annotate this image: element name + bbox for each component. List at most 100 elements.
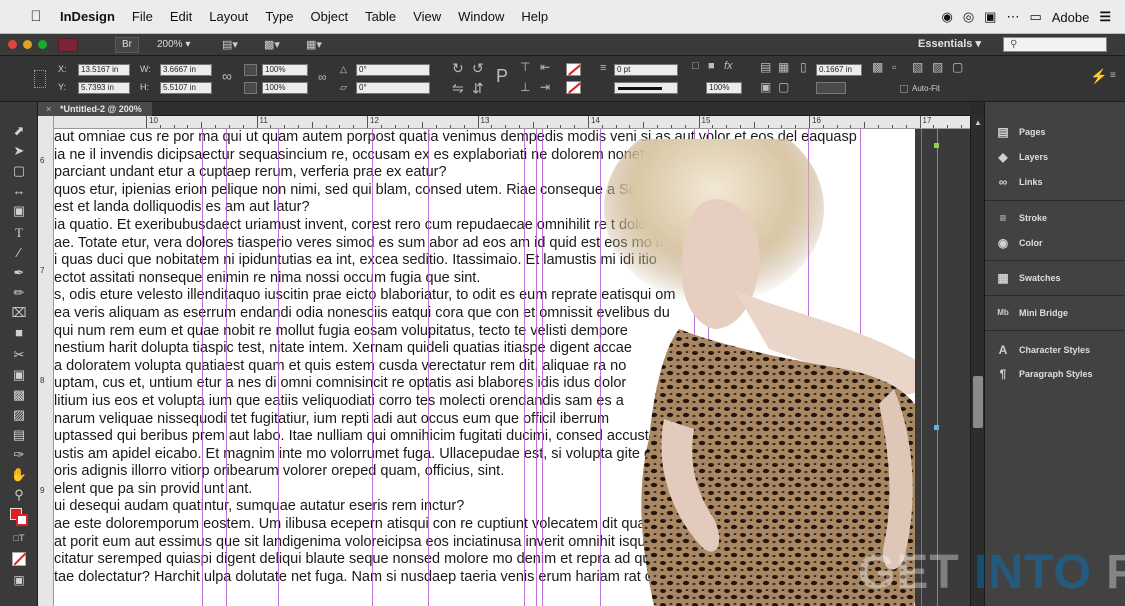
gutter-field[interactable]: 0.1667 in [816, 64, 862, 76]
bridge-button[interactable]: Br [115, 37, 139, 53]
effects-icon[interactable]: ■ [708, 60, 715, 72]
wrap-around-icon[interactable]: ▦ [778, 60, 789, 74]
eyedropper-tool-icon[interactable]: ✑ [10, 446, 28, 463]
type-tool-icon[interactable]: T [10, 224, 28, 241]
x-field[interactable]: 13.5167 in [78, 64, 130, 76]
fit-content-icon[interactable]: ▢ [778, 80, 789, 94]
sync-icon[interactable]: ◉ [941, 9, 952, 25]
menu-window[interactable]: Window [458, 9, 504, 24]
panel-layers[interactable]: ◆ Layers [985, 147, 1125, 167]
panel-swatches[interactable]: ▦ Swatches [985, 268, 1125, 288]
flip-horizontal-icon[interactable]: ⇋ [452, 80, 464, 97]
rotate-ccw-icon[interactable]: ↺ [472, 60, 484, 77]
hand-tool-icon[interactable]: ✋ [10, 466, 28, 483]
fitting-proportional-icon[interactable]: ▢ [952, 60, 963, 74]
fitting-fit-icon[interactable]: ▫ [892, 60, 896, 74]
search-input[interactable]: ⚲ [1003, 37, 1107, 52]
gradient-swatch-tool-icon[interactable]: ▩ [10, 386, 28, 403]
stroke-color-icon[interactable] [16, 514, 28, 526]
creative-cloud-icon[interactable]: ◎ [963, 9, 974, 25]
horizontal-ruler[interactable]: 10 11 12 13 14 15 16 17 [54, 116, 970, 129]
autofit-checkbox[interactable] [900, 85, 908, 93]
panel-character-styles[interactable]: A Character Styles [985, 340, 1125, 360]
scroll-up-icon[interactable]: ▲ [974, 118, 982, 127]
gap-tool-icon[interactable]: ↔ [10, 182, 28, 199]
menu-file[interactable]: File [132, 9, 153, 24]
stroke-weight-field[interactable]: 0 pt [614, 64, 678, 76]
stroke-type-select[interactable] [614, 82, 678, 94]
frame-handle[interactable] [934, 425, 939, 430]
menu-edit[interactable]: Edit [170, 9, 192, 24]
close-window-button[interactable] [8, 40, 17, 49]
menu-object[interactable]: Object [311, 9, 349, 24]
apply-none-icon[interactable] [12, 552, 27, 566]
menu-table[interactable]: Table [365, 9, 396, 24]
select-content-icon[interactable]: ⊥ [520, 80, 530, 94]
menu-app-name[interactable]: InDesign [60, 9, 115, 24]
view-options-icon[interactable]: ▤▾ [222, 38, 238, 51]
airplay-icon[interactable]: ▭ [1029, 9, 1041, 25]
selection-tool-icon[interactable]: ⬈ [10, 122, 28, 139]
text-path-icon[interactable]: P [496, 66, 508, 87]
pencil-tool-icon[interactable]: ✏ [10, 284, 28, 301]
h-field[interactable]: 5.5107 in [160, 82, 212, 94]
shear-field[interactable]: 0° [356, 82, 430, 94]
vertical-scrollbar[interactable]: ▲ [970, 116, 984, 606]
zoom-window-button[interactable] [38, 40, 47, 49]
document-tab[interactable]: × *Untitled-2 @ 200% [38, 102, 152, 116]
formatting-affects-icon[interactable]: □T [10, 530, 28, 547]
fitting-fill-icon[interactable]: ▩ [872, 60, 883, 74]
constrain-scale-icon[interactable]: ∞ [318, 70, 327, 84]
apple-icon[interactable]:  [26, 8, 46, 25]
content-collector-icon[interactable]: ▣ [10, 202, 28, 219]
flip-vertical-icon[interactable]: ⇵ [472, 80, 484, 97]
constrain-proportions-icon[interactable]: ∞ [222, 68, 232, 84]
menubar-adobe-label[interactable]: Adobe [1052, 10, 1090, 25]
menu-type[interactable]: Type [265, 9, 293, 24]
minimize-window-button[interactable] [23, 40, 32, 49]
rectangle-frame-tool-icon[interactable]: ⌧ [10, 304, 28, 321]
stroke-swatch[interactable] [566, 81, 581, 94]
screen-mode-tool-icon[interactable]: ▣ [10, 572, 28, 589]
rotate-cw-icon[interactable]: ↻ [452, 60, 464, 77]
direct-selection-tool-icon[interactable]: ➤ [10, 142, 28, 159]
free-transform-tool-icon[interactable]: ▣ [10, 366, 28, 383]
gradient-feather-tool-icon[interactable]: ▨ [10, 406, 28, 423]
document-page[interactable]: aut omniae cus re por ma qui ut quam aut… [54, 129, 970, 606]
zoom-level-select[interactable]: 200% ▾ [157, 39, 190, 50]
select-container-icon[interactable]: ⊤ [520, 60, 530, 74]
panel-menu-icon[interactable]: ≡ [1110, 70, 1116, 81]
screen-mode-icon[interactable]: ▩▾ [264, 38, 280, 51]
scissors-tool-icon[interactable]: ✂ [10, 346, 28, 363]
panel-paragraph-styles[interactable]: ¶ Paragraph Styles [985, 364, 1125, 384]
panel-links[interactable]: ∞ Links [985, 172, 1125, 192]
reference-point-icon[interactable] [34, 70, 46, 88]
frame-handle[interactable] [934, 143, 939, 148]
menu-layout[interactable]: Layout [209, 9, 248, 24]
menu-help[interactable]: Help [521, 9, 548, 24]
opacity-field[interactable]: 100% [706, 82, 742, 94]
note-tool-icon[interactable]: ▤ [10, 426, 28, 443]
fitting-center-icon[interactable]: ▧ [912, 60, 923, 74]
panel-mini-bridge[interactable]: Mb Mini Bridge [985, 303, 1125, 323]
rotate-field[interactable]: 0° [356, 64, 430, 76]
fill-swatch[interactable] [566, 63, 581, 76]
placed-photo-image[interactable] [594, 139, 970, 606]
zoom-tool-icon[interactable]: ⚲ [10, 486, 28, 503]
lightning-icon[interactable]: ⚡ [1090, 68, 1107, 85]
page-tool-icon[interactable]: ▢ [10, 162, 28, 179]
y-field[interactable]: 5.7393 in [78, 82, 130, 94]
fitting-frame-icon[interactable]: ▨ [932, 60, 943, 74]
pen-tool-icon[interactable]: ✒ [10, 264, 28, 281]
display-icon[interactable]: ▣ [984, 9, 996, 25]
more-icon[interactable]: ⋯ [1006, 9, 1019, 25]
drop-shadow-icon[interactable]: □ [692, 60, 699, 72]
menu-view[interactable]: View [413, 9, 441, 24]
arrange-documents-icon[interactable]: ▦▾ [306, 38, 322, 51]
rectangle-tool-icon[interactable]: ■ [10, 324, 28, 341]
fx-icon[interactable]: fx [724, 60, 733, 72]
line-tool-icon[interactable]: ∕ [10, 244, 28, 261]
fit-frame-icon[interactable]: ▣ [760, 80, 771, 94]
panel-color[interactable]: ◉ Color [985, 233, 1125, 253]
panel-pages[interactable]: ▤ Pages [985, 122, 1125, 142]
